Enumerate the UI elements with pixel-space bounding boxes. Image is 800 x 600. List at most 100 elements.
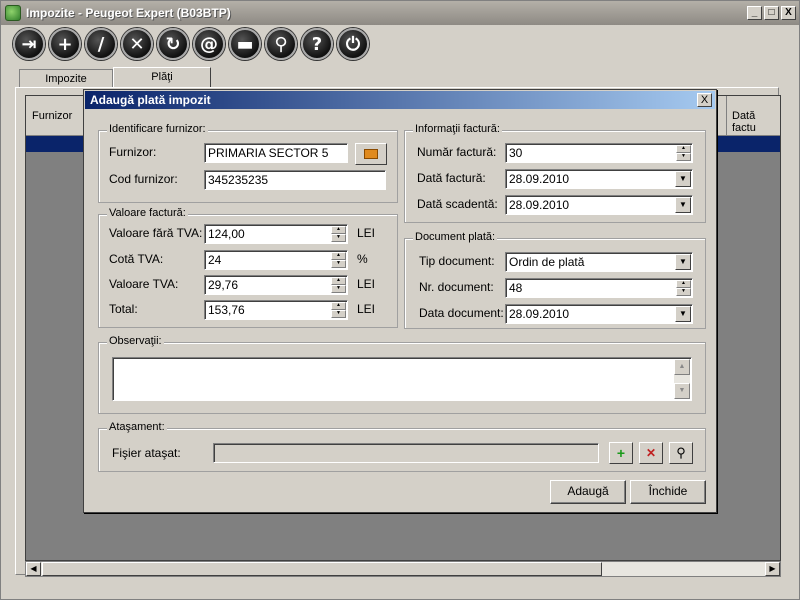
valoare-tva-field[interactable]: 29,76 ▲ ▼: [204, 275, 348, 295]
attach-file-button[interactable]: +: [609, 442, 633, 464]
chevron-down-icon[interactable]: ▼: [675, 171, 691, 187]
group-title: Document plată:: [413, 231, 498, 243]
toolbar-exit-button[interactable]: ⇥: [11, 28, 47, 60]
observatii-textarea[interactable]: ▲ ▼: [112, 357, 692, 401]
toolbar: ⇥ + / ✕ ↻ @ ▬ ⚲ ? ⏻: [11, 28, 371, 60]
select-furnizor-button[interactable]: [355, 143, 387, 165]
toolbar-refresh-button[interactable]: ↻: [155, 28, 191, 60]
valoare-tva-label: Valoare TVA:: [109, 277, 179, 291]
data-factura-value: 28.09.2010: [509, 172, 570, 186]
horizontal-scrollbar[interactable]: ◀ ▶: [25, 561, 781, 577]
valoare-tva-value: 29,76: [208, 278, 239, 292]
group-informatii-factura: Informaţii factură: Număr factură: 30 ▲ ▼ …: [404, 123, 706, 223]
data-factura-field[interactable]: 28.09.2010 ▼: [505, 169, 693, 189]
fisier-atasat-field: [213, 443, 599, 463]
furnizor-field[interactable]: PRIMARIA SECTOR 5: [204, 143, 348, 163]
scroll-right-icon[interactable]: ▶: [765, 562, 780, 576]
fisier-atasat-label: Fişier ataşat:: [112, 446, 181, 460]
dialog-title[interactable]: Adaugă plată impozit: [85, 91, 715, 109]
data-scadenta-value: 28.09.2010: [509, 198, 570, 212]
furnizor-label: Furnizor:: [109, 145, 157, 159]
tip-document-label: Tip document:: [419, 254, 495, 268]
spinner[interactable]: ▲ ▼: [331, 277, 346, 293]
spinner[interactable]: ▲ ▼: [331, 302, 346, 318]
total-field[interactable]: 153,76 ▲ ▼: [204, 300, 348, 320]
spinner[interactable]: ▲ ▼: [331, 226, 346, 242]
total-value: 153,76: [208, 303, 245, 317]
title-bar[interactable]: Impozite - Peugeot Expert (B03BTP) _ □ X: [1, 1, 799, 25]
data-document-value: 28.09.2010: [509, 307, 570, 321]
add-button[interactable]: Adaugă: [550, 480, 626, 504]
email-icon: @: [193, 28, 225, 60]
cod-furnizor-field[interactable]: 345235235: [204, 170, 386, 190]
add-file-icon: +: [616, 445, 626, 461]
toolbar-search-button[interactable]: ⚲: [263, 28, 299, 60]
column-header-furnizor[interactable]: Furnizor: [32, 110, 72, 122]
group-observatii: Observaţii: ▲ ▼: [98, 335, 706, 414]
toolbar-help-button[interactable]: ?: [299, 28, 335, 60]
tab-strip: Impozite Plăţi: [19, 67, 211, 88]
data-scadenta-field[interactable]: 28.09.2010 ▼: [505, 195, 693, 215]
valoare-fara-tva-field[interactable]: 124,00 ▲ ▼: [204, 224, 348, 244]
group-title: Informaţii factură:: [413, 123, 502, 135]
valoare-fara-tva-label: Valoare fără TVA:: [109, 226, 203, 240]
toolbar-print-button[interactable]: ▬: [227, 28, 263, 60]
group-title: Identificare furnizor:: [107, 123, 208, 135]
spinner[interactable]: ▲ ▼: [331, 252, 346, 268]
search-icon: ⚲: [265, 28, 297, 60]
group-title: Observaţii:: [107, 335, 164, 347]
spinner[interactable]: ▲ ▼: [676, 145, 691, 161]
view-file-button[interactable]: ⚲: [669, 442, 693, 464]
toolbar-edit-button[interactable]: /: [83, 28, 119, 60]
tip-document-value: Ordin de plată: [509, 255, 585, 269]
close-dialog-button[interactable]: Închide: [630, 480, 706, 504]
cota-tva-value: 24: [208, 253, 222, 267]
toolbar-delete-button[interactable]: ✕: [119, 28, 155, 60]
unit-label: %: [357, 252, 368, 266]
cota-tva-field[interactable]: 24 ▲ ▼: [204, 250, 348, 270]
chevron-down-icon[interactable]: ▼: [675, 197, 691, 213]
delete-icon: ✕: [121, 28, 153, 60]
window-title: Impozite - Peugeot Expert (B03BTP): [26, 6, 231, 20]
minimize-button[interactable]: _: [747, 6, 762, 20]
remove-file-button[interactable]: ✕: [639, 442, 663, 464]
unit-label: LEI: [357, 302, 376, 316]
tab-impozite[interactable]: Impozite: [19, 69, 113, 88]
chevron-down-icon[interactable]: ▼: [675, 306, 691, 322]
numar-factura-field[interactable]: 30 ▲ ▼: [505, 143, 693, 163]
add-icon: +: [49, 28, 81, 60]
scroll-left-icon[interactable]: ◀: [26, 562, 41, 576]
toolbar-add-button[interactable]: +: [47, 28, 83, 60]
close-button[interactable]: X: [781, 6, 796, 20]
group-document-plata: Document plată: Tip document: Ordin de p…: [404, 231, 706, 329]
refresh-icon: ↻: [157, 28, 189, 60]
list-icon: [364, 149, 378, 159]
dialog-close-button[interactable]: X: [697, 93, 712, 107]
cod-furnizor-label: Cod furnizor:: [109, 172, 178, 186]
toolbar-power-button[interactable]: ⏻: [335, 28, 371, 60]
tip-document-select[interactable]: Ordin de plată ▼: [505, 252, 693, 272]
column-header-data-factura[interactable]: Dată factu: [732, 110, 780, 134]
data-scadenta-label: Dată scadentă:: [417, 197, 498, 211]
tab-plati[interactable]: Plăţi: [113, 67, 211, 88]
scroll-up-icon[interactable]: ▲: [674, 359, 690, 375]
data-factura-label: Dată factură:: [417, 171, 486, 185]
chevron-down-icon[interactable]: ▼: [675, 254, 691, 270]
vertical-scrollbar[interactable]: ▲ ▼: [674, 359, 690, 399]
toolbar-email-button[interactable]: @: [191, 28, 227, 60]
delete-file-icon: ✕: [645, 446, 657, 460]
nr-document-field[interactable]: 48 ▲ ▼: [505, 278, 693, 298]
maximize-button[interactable]: □: [764, 6, 779, 20]
data-document-field[interactable]: 28.09.2010 ▼: [505, 304, 693, 324]
group-title: Ataşament:: [107, 421, 167, 433]
spinner[interactable]: ▲ ▼: [676, 280, 691, 296]
edit-icon: /: [85, 28, 117, 60]
numar-factura-label: Număr factură:: [417, 145, 497, 159]
app-icon: [5, 5, 21, 21]
column-divider: [726, 96, 727, 136]
valoare-fara-tva-value: 124,00: [208, 227, 245, 241]
scroll-down-icon[interactable]: ▼: [674, 383, 690, 399]
nr-document-label: Nr. document:: [419, 280, 494, 294]
cota-tva-label: Cotă TVA:: [109, 252, 164, 266]
scroll-thumb[interactable]: [42, 562, 602, 576]
